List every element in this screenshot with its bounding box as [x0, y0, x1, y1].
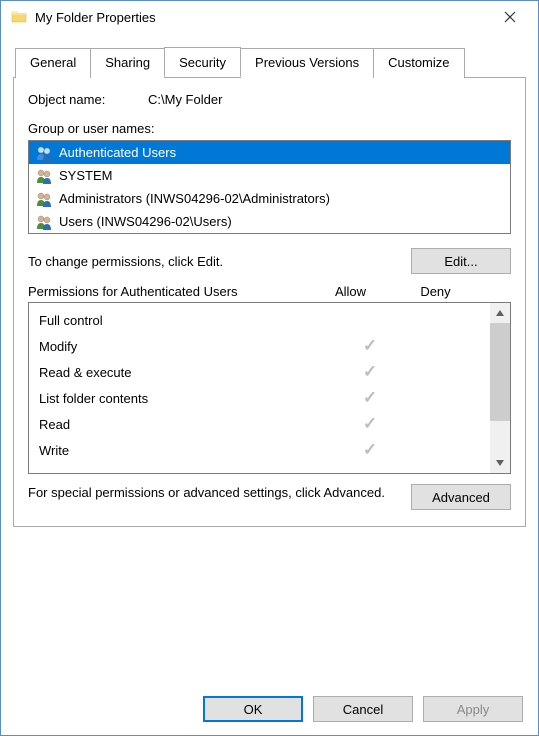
deny-column-header: Deny — [393, 284, 478, 299]
dialog-button-row: OK Cancel Apply — [203, 696, 523, 722]
group-icon — [35, 214, 53, 230]
allow-column-header: Allow — [308, 284, 393, 299]
ok-button[interactable]: OK — [203, 696, 303, 722]
check-icon: ✓ — [363, 388, 377, 407]
object-name-row: Object name: C:\My Folder — [28, 92, 511, 107]
principal-label: Users (INWS04296-02\Users) — [59, 214, 232, 229]
list-item[interactable]: SYSTEM — [29, 164, 510, 187]
permission-name: Write — [39, 443, 330, 458]
permissions-listbox: Full controlModify✓Read & execute✓List f… — [28, 302, 511, 474]
edit-button[interactable]: Edit... — [411, 248, 511, 274]
permission-name: Read & execute — [39, 365, 330, 380]
titlebar: My Folder Properties — [1, 1, 538, 33]
principal-label: SYSTEM — [59, 168, 112, 183]
principal-label: Administrators (INWS04296-02\Administrat… — [59, 191, 330, 206]
check-icon: ✓ — [363, 414, 377, 433]
list-item[interactable]: Administrators (INWS04296-02\Administrat… — [29, 187, 510, 210]
folder-icon — [11, 9, 27, 25]
check-icon: ✓ — [363, 362, 377, 381]
tab-previous-versions[interactable]: Previous Versions — [240, 48, 374, 78]
group-names-label: Group or user names: — [28, 121, 511, 136]
close-button[interactable] — [490, 3, 530, 31]
group-icon — [35, 191, 53, 207]
permission-row[interactable]: Modify ✓ — [29, 333, 490, 359]
permission-name: Full control — [39, 313, 330, 328]
list-item[interactable]: Authenticated Users — [29, 141, 510, 164]
permission-row[interactable]: Full control — [29, 307, 490, 333]
object-name-label: Object name: — [28, 92, 148, 107]
permissions-title: Permissions for Authenticated Users — [28, 284, 308, 299]
tab-strip: General Sharing Security Previous Versio… — [13, 47, 526, 78]
group-icon — [35, 168, 53, 184]
permission-allow: ✓ — [330, 388, 410, 408]
tab-security[interactable]: Security — [164, 47, 241, 77]
permission-name: Modify — [39, 339, 330, 354]
permission-allow: ✓ — [330, 336, 410, 356]
principals-listbox[interactable]: Authenticated Users SYSTEM Administrator… — [28, 140, 511, 234]
dialog-content: General Sharing Security Previous Versio… — [1, 33, 538, 539]
tab-sharing[interactable]: Sharing — [90, 48, 165, 78]
tab-general[interactable]: General — [15, 48, 91, 78]
permission-allow: ✓ — [330, 414, 410, 434]
scroll-thumb[interactable] — [490, 323, 510, 421]
permission-name: Read — [39, 417, 330, 432]
advanced-hint: For special permissions or advanced sett… — [28, 484, 401, 502]
scroll-track[interactable] — [490, 323, 510, 453]
permission-name: List folder contents — [39, 391, 330, 406]
apply-button[interactable]: Apply — [423, 696, 523, 722]
cancel-button[interactable]: Cancel — [313, 696, 413, 722]
group-icon — [35, 145, 53, 161]
object-name-value: C:\My Folder — [148, 92, 222, 107]
check-icon: ✓ — [363, 336, 377, 355]
edit-row: To change permissions, click Edit. Edit.… — [28, 248, 511, 274]
check-icon: ✓ — [363, 440, 377, 459]
advanced-button[interactable]: Advanced — [411, 484, 511, 510]
tab-customize[interactable]: Customize — [373, 48, 464, 78]
edit-hint: To change permissions, click Edit. — [28, 254, 223, 269]
scroll-down-button[interactable] — [490, 453, 510, 473]
permission-allow: ✓ — [330, 362, 410, 382]
advanced-row: For special permissions or advanced sett… — [28, 484, 511, 510]
principal-label: Authenticated Users — [59, 145, 176, 160]
permissions-header: Permissions for Authenticated Users Allo… — [28, 284, 511, 299]
permission-row[interactable]: Read & execute ✓ — [29, 359, 490, 385]
permission-row[interactable]: Write ✓ — [29, 437, 490, 463]
permissions-list[interactable]: Full controlModify✓Read & execute✓List f… — [29, 303, 490, 473]
scroll-up-button[interactable] — [490, 303, 510, 323]
window-title: My Folder Properties — [35, 10, 490, 25]
security-panel: Object name: C:\My Folder Group or user … — [13, 78, 526, 527]
permission-allow: ✓ — [330, 440, 410, 460]
permission-row[interactable]: List folder contents ✓ — [29, 385, 490, 411]
permissions-scrollbar[interactable] — [490, 303, 510, 473]
list-item[interactable]: Users (INWS04296-02\Users) — [29, 210, 510, 233]
permission-row[interactable]: Read ✓ — [29, 411, 490, 437]
